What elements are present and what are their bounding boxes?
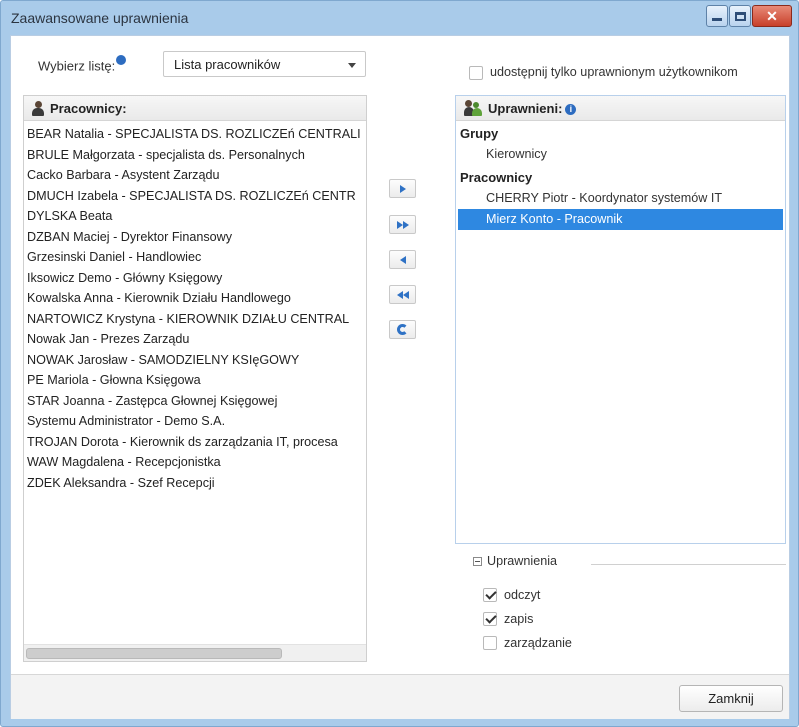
permission-option[interactable]: zapis <box>483 612 533 626</box>
employee-list-item[interactable]: BEAR Natalia - SPECJALISTA DS. ROZLICZEń… <box>27 124 366 145</box>
choose-list-label: Wybierz listę: <box>38 58 116 74</box>
fieldset-divider <box>591 564 786 565</box>
permission-checkbox[interactable] <box>483 636 497 650</box>
employee-list-item[interactable]: Kowalska Anna - Kierownik Działu Handlow… <box>27 288 366 309</box>
authorized-panel-title: Uprawnieni: <box>488 101 563 116</box>
permission-checkbox[interactable] <box>483 588 497 602</box>
info-icon[interactable] <box>116 55 127 65</box>
authorized-panel: Uprawnieni: i Grupy Kierownicy Pracownicy… <box>455 95 786 544</box>
close-button[interactable]: Zamknij <box>679 685 783 712</box>
close-window-button[interactable]: ✕ <box>752 5 792 27</box>
title-bar[interactable]: Zaawansowane uprawnienia ✕ <box>1 1 798 35</box>
employee-list-item[interactable]: PE Mariola - Głowna Księgowa <box>27 370 366 391</box>
chevron-down-icon <box>348 63 356 68</box>
permissions-legend[interactable]: Uprawnienia <box>473 554 557 568</box>
refresh-button[interactable] <box>389 320 416 339</box>
arrow-left-icon <box>399 255 406 264</box>
authorized-employees-heading: Pracownicy <box>460 170 533 185</box>
choose-list-label-wrap: Wybierz listę: <box>38 55 127 74</box>
authorized-employee-item[interactable]: Mierz Konto - Pracownik <box>458 209 783 230</box>
collapse-icon[interactable] <box>473 556 482 566</box>
arrow-right-icon <box>399 184 406 193</box>
employee-list-item[interactable]: DZBAN Maciej - Dyrektor Finansowy <box>27 227 366 248</box>
employees-panel-header: Pracownicy: <box>24 96 366 121</box>
maximize-icon <box>734 11 746 21</box>
permissions-legend-label: Uprawnienia <box>487 554 558 568</box>
permission-label: zarządzanie <box>504 636 572 650</box>
group-list-item[interactable]: Kierownicy <box>456 144 785 165</box>
employee-list-item[interactable]: DYLSKA Beata <box>27 206 366 227</box>
refresh-icon <box>397 324 408 335</box>
person-icon <box>32 101 44 116</box>
employee-list-item[interactable]: NOWAK Jarosław - SAMODZIELNY KSIęGOWY <box>27 350 366 371</box>
permission-label: zapis <box>504 612 534 626</box>
minimize-button[interactable] <box>706 5 728 27</box>
employee-list-item[interactable]: STAR Joanna - Zastępca Głownej Księgowej <box>27 391 366 412</box>
share-only-label: udostępnij tylko uprawnionym użytkowniko… <box>490 65 738 79</box>
dialog-window: Zaawansowane uprawnienia ✕ Wybierz listę… <box>0 0 799 727</box>
dialog-footer: Zamknij <box>11 674 789 719</box>
employee-list-item[interactable]: Systemu Administrator - Demo S.A. <box>27 411 366 432</box>
employee-list-item[interactable]: BRULE Małgorzata - specjalista ds. Perso… <box>27 145 366 166</box>
move-left-button[interactable] <box>389 250 416 269</box>
permission-checkbox[interactable] <box>483 612 497 626</box>
employee-list-item[interactable]: NARTOWICZ Krystyna - KIEROWNIK DZIAŁU CE… <box>27 309 366 330</box>
employee-list-item[interactable]: Cacko Barbara - Asystent Zarządu <box>27 165 366 186</box>
groups-heading: Grupy <box>460 126 499 141</box>
employee-list-item[interactable]: Nowak Jan - Prezes Zarządu <box>27 329 366 350</box>
employee-list-item[interactable]: WAW Magdalena - Recepcjonistka <box>27 452 366 473</box>
group-icon <box>464 100 482 116</box>
employee-list-item[interactable]: DMUCH Izabela - SPECJALISTA DS. ROZLICZE… <box>27 186 366 207</box>
scrollbar-thumb[interactable] <box>26 648 282 659</box>
horizontal-scrollbar[interactable] <box>24 644 366 661</box>
close-icon: ✕ <box>766 8 778 24</box>
move-all-right-button[interactable] <box>389 215 416 234</box>
permission-label: odczyt <box>504 588 541 602</box>
permission-option[interactable]: odczyt <box>483 588 540 602</box>
employees-panel: Pracownicy: BEAR Natalia - SPECJALISTA D… <box>23 95 367 662</box>
employees-panel-title: Pracownicy: <box>50 101 127 116</box>
dialog-body: Wybierz listę: Lista pracowników udostęp… <box>10 35 790 719</box>
share-only-option[interactable]: udostępnij tylko uprawnionym użytkowniko… <box>469 65 738 80</box>
employees-list: BEAR Natalia - SPECJALISTA DS. ROZLICZEń… <box>24 121 366 493</box>
list-select-value: Lista pracowników <box>174 57 281 72</box>
share-only-checkbox[interactable] <box>469 65 483 80</box>
list-select[interactable]: Lista pracowników <box>163 51 366 77</box>
employee-list-item[interactable]: ZDEK Aleksandra - Szef Recepcji <box>27 473 366 494</box>
employee-list-item[interactable]: TROJAN Dorota - Kierownik ds zarządzania… <box>27 432 366 453</box>
window-title: Zaawansowane uprawnienia <box>11 10 189 26</box>
permission-option[interactable]: zarządzanie <box>483 636 572 650</box>
minimize-icon <box>712 18 722 21</box>
info-icon[interactable]: i <box>565 104 577 115</box>
authorized-employee-item[interactable]: CHERRY Piotr - Koordynator systemów IT <box>456 188 785 209</box>
authorized-employees-list: CHERRY Piotr - Koordynator systemów IT Mi… <box>456 188 785 230</box>
maximize-button[interactable] <box>729 5 751 27</box>
groups-list: Kierownicy <box>456 144 785 165</box>
authorized-panel-header: Uprawnieni: i <box>456 96 785 121</box>
employee-list-item[interactable]: Grzesinski Daniel - Handlowiec <box>27 247 366 268</box>
move-right-button[interactable] <box>389 179 416 198</box>
move-all-left-button[interactable] <box>389 285 416 304</box>
employee-list-item[interactable]: Iksowicz Demo - Główny Księgowy <box>27 268 366 289</box>
